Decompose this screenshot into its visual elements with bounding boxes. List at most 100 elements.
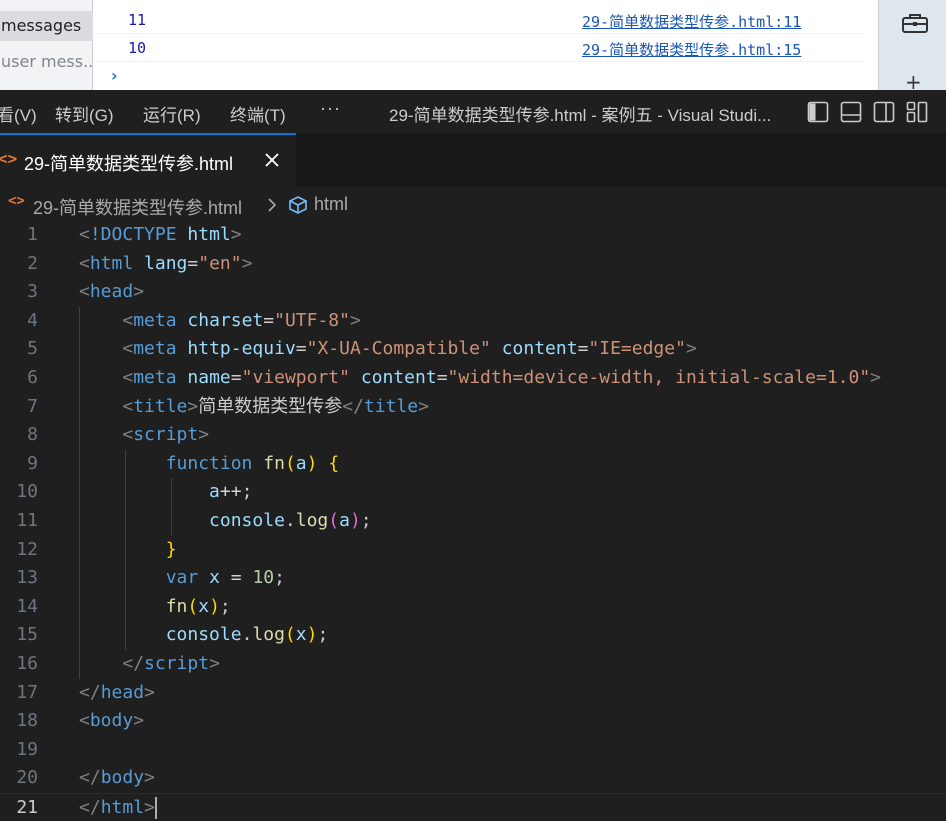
code-token: </ — [79, 767, 101, 789]
code-line[interactable]: 6 <meta name="viewport" content="width=d… — [0, 364, 946, 393]
code-text: <html lang="en"> — [79, 250, 252, 279]
layout-secondary-sidebar-icon[interactable] — [873, 101, 895, 128]
code-text: var x = 10; — [79, 564, 285, 593]
sidebar-item-messages[interactable]: messages — [0, 11, 93, 41]
code-token: a — [295, 452, 307, 474]
code-token: "en" — [198, 252, 242, 274]
layout-sidebar-icon[interactable] — [807, 101, 829, 128]
code-line[interactable]: 11 console.log(a); — [0, 507, 946, 536]
devtools-console-panel: messages user mess... 11 29-简单数据类型传参.htm… — [0, 0, 946, 92]
console-source-link[interactable]: 29-简单数据类型传参.html:11 — [582, 11, 801, 32]
close-icon[interactable] — [264, 152, 280, 172]
breadcrumb-symbol[interactable]: html — [314, 194, 348, 215]
code-line[interactable]: 1 <!DOCTYPE html> — [0, 221, 946, 250]
code-line[interactable]: 20 </body> — [0, 764, 946, 793]
code-token: content — [360, 367, 437, 388]
code-token: = — [577, 338, 589, 360]
code-line[interactable]: 7 <title>简单数据类型传参</title> — [0, 392, 946, 422]
toolbox-icon[interactable] — [901, 12, 929, 38]
code-line[interactable]: 17 </head> — [0, 679, 946, 708]
code-text: <meta name="viewport" content="width=dev… — [79, 364, 881, 393]
menu-goto[interactable]: 转到(G) — [55, 101, 114, 126]
code-token: "IE=edge" — [588, 338, 686, 360]
code-line[interactable]: 2 <html lang="en"> — [0, 250, 946, 279]
code-line[interactable]: 8 <script> — [0, 421, 946, 450]
console-prompt[interactable]: › — [111, 66, 118, 85]
code-line[interactable]: 10 a++; — [0, 478, 946, 507]
code-line[interactable]: 13 var x = 10; — [0, 564, 946, 593]
code-editor[interactable]: 1 <!DOCTYPE html> 2 <html lang="en"> 3 <head>… — [0, 221, 946, 821]
line-number: 11 — [16, 510, 38, 531]
code-token: ; — [274, 567, 285, 589]
code-token: < — [122, 395, 134, 417]
tab-active-file[interactable]: <> 29-简单数据类型传参.html — [0, 133, 296, 187]
code-token: name — [187, 367, 231, 388]
code-line[interactable]: 21 </html> — [0, 793, 946, 821]
console-message-row: 10 29-简单数据类型传参.html:15 — [94, 34, 864, 62]
code-token: ; — [317, 624, 329, 646]
html-file-icon: <> — [8, 193, 25, 209]
menu-view[interactable]: 看(V) — [0, 101, 37, 126]
layout-panel-icon[interactable] — [840, 101, 862, 128]
code-token: = — [436, 367, 448, 388]
code-token: ) — [306, 452, 318, 474]
code-text: <script> — [79, 421, 209, 450]
code-line[interactable]: 5 <meta http-equiv="X-UA-Compatible" con… — [0, 335, 946, 364]
menu-run[interactable]: 运行(R) — [143, 101, 201, 126]
code-token: < — [122, 338, 134, 360]
customize-layout-icon[interactable] — [906, 101, 928, 128]
code-token: > — [133, 710, 145, 732]
plus-icon[interactable]: + — [905, 72, 922, 92]
console-source-link[interactable]: 29-简单数据类型传参.html:15 — [582, 39, 801, 60]
code-line[interactable]: 14 fn(x); — [0, 592, 946, 622]
code-text: <head> — [79, 278, 144, 307]
line-number: 13 — [16, 567, 38, 589]
line-number: 4 — [27, 309, 38, 331]
code-token: "viewport" — [241, 367, 350, 388]
code-token: > — [198, 424, 210, 446]
code-token: > — [418, 395, 429, 417]
code-line[interactable]: 16 </script> — [0, 650, 946, 679]
code-token: > — [870, 367, 882, 388]
code-line[interactable]: 4 <meta charset="UTF-8"> — [0, 306, 946, 336]
code-line[interactable]: 12 } — [0, 535, 946, 565]
code-token: x — [209, 567, 220, 589]
sidebar-item-user-messages[interactable]: user mess... — [0, 47, 93, 77]
code-line[interactable]: 3 <head> — [0, 278, 946, 307]
console-log: 11 29-简单数据类型传参.html:11 10 29-简单数据类型传参.ht… — [94, 0, 878, 90]
line-number: 21 — [16, 797, 38, 818]
code-text: </script> — [79, 650, 220, 679]
code-token: > — [144, 797, 155, 818]
chevron-right-icon — [266, 197, 278, 218]
code-line[interactable]: 15 console.log(x); — [0, 621, 946, 650]
code-token: . — [241, 624, 253, 646]
code-token: > — [230, 224, 242, 245]
code-token: meta — [133, 367, 177, 388]
code-token: > — [209, 653, 220, 674]
code-line[interactable]: 19 — [0, 736, 946, 765]
code-line[interactable]: 9 function fn(a) { — [0, 449, 946, 479]
code-token: head — [89, 281, 134, 303]
html-file-icon: <> — [0, 149, 18, 168]
code-token: a — [339, 510, 350, 531]
code-token: fn — [263, 452, 285, 474]
menu-more[interactable]: ··· — [320, 98, 341, 119]
code-token: x — [295, 624, 307, 646]
console-message-row: 11 29-简单数据类型传参.html:11 — [94, 6, 864, 34]
line-number: 1 — [27, 224, 38, 245]
code-text: <title>简单数据类型传参</title> — [79, 393, 429, 422]
code-token: > — [685, 338, 697, 360]
menu-terminal[interactable]: 终端(T) — [230, 101, 286, 126]
code-line[interactable]: 18 <body> — [0, 707, 946, 736]
breadcrumb-file[interactable]: 29-简单数据类型传参.html — [33, 194, 242, 220]
code-token: > — [144, 767, 155, 789]
line-number: 15 — [16, 624, 38, 646]
